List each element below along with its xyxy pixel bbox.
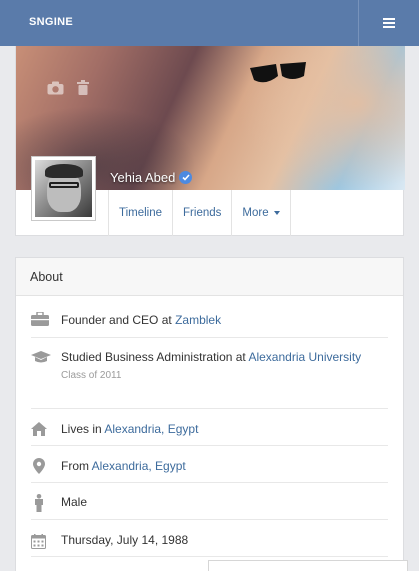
about-item-gender: Male bbox=[31, 483, 388, 520]
about-item-education: Studied Business Administration at Alexa… bbox=[31, 338, 388, 409]
tab-friends-label: Friends bbox=[183, 207, 222, 219]
about-title: About bbox=[16, 258, 403, 296]
about-item-from: From Alexandria, Egypt bbox=[31, 446, 388, 483]
about-item-text: Male bbox=[61, 495, 88, 509]
current-city-link[interactable]: Alexandria, Egypt bbox=[104, 422, 198, 436]
profile-name[interactable]: Yehia Abed bbox=[110, 170, 193, 185]
hamburger-icon bbox=[383, 18, 395, 28]
about-item-text: Studied Business Administration at Alexa… bbox=[61, 349, 361, 408]
about-item-birthday: Thursday, July 14, 1988 bbox=[31, 520, 388, 557]
avatar[interactable] bbox=[31, 156, 96, 221]
about-list: Founder and CEO at Zamblek Studied Busin… bbox=[16, 296, 403, 557]
cover-image-detail bbox=[250, 62, 306, 83]
top-navbar: SNGINE bbox=[0, 0, 419, 46]
verified-check-icon bbox=[179, 171, 193, 184]
tab-more-label: More bbox=[242, 207, 269, 219]
menu-button[interactable] bbox=[358, 0, 419, 46]
about-item-text: From Alexandria, Egypt bbox=[61, 459, 186, 473]
calendar-icon bbox=[31, 532, 61, 556]
home-icon bbox=[31, 421, 61, 445]
map-marker-icon bbox=[31, 458, 61, 482]
graduation-cap-icon bbox=[31, 349, 61, 408]
about-item-lives: Lives in Alexandria, Egypt bbox=[31, 409, 388, 446]
briefcase-icon bbox=[31, 312, 61, 337]
about-item-text: Lives in Alexandria, Egypt bbox=[61, 422, 199, 436]
chat-panel-edge[interactable] bbox=[208, 560, 408, 571]
camera-icon[interactable] bbox=[47, 81, 64, 100]
profile-tabs: Timeline Friends More bbox=[108, 190, 291, 236]
tab-timeline-label: Timeline bbox=[119, 207, 163, 219]
about-card: About Founder and CEO at Zamblek Studied… bbox=[15, 257, 404, 571]
tab-timeline[interactable]: Timeline bbox=[108, 190, 174, 236]
caret-down-icon bbox=[273, 211, 280, 215]
about-item-work: Founder and CEO at Zamblek bbox=[31, 296, 388, 338]
trash-icon[interactable] bbox=[77, 80, 89, 100]
class-year: Class of 2011 bbox=[61, 370, 122, 381]
male-icon bbox=[31, 494, 61, 519]
profile-header-card: Yehia Abed Timeline Friends More bbox=[15, 46, 405, 236]
brand-logo[interactable]: SNGINE bbox=[29, 16, 73, 28]
tab-more[interactable]: More bbox=[232, 190, 291, 236]
about-item-text: Thursday, July 14, 1988 bbox=[61, 533, 189, 547]
hometown-link[interactable]: Alexandria, Egypt bbox=[92, 459, 186, 473]
school-link[interactable]: Alexandria University bbox=[248, 350, 361, 364]
profile-picture bbox=[35, 160, 92, 217]
profile-name-text: Yehia Abed bbox=[110, 170, 176, 185]
tab-friends[interactable]: Friends bbox=[173, 190, 233, 236]
work-link[interactable]: Zamblek bbox=[175, 313, 221, 327]
about-item-text: Founder and CEO at Zamblek bbox=[61, 313, 222, 327]
